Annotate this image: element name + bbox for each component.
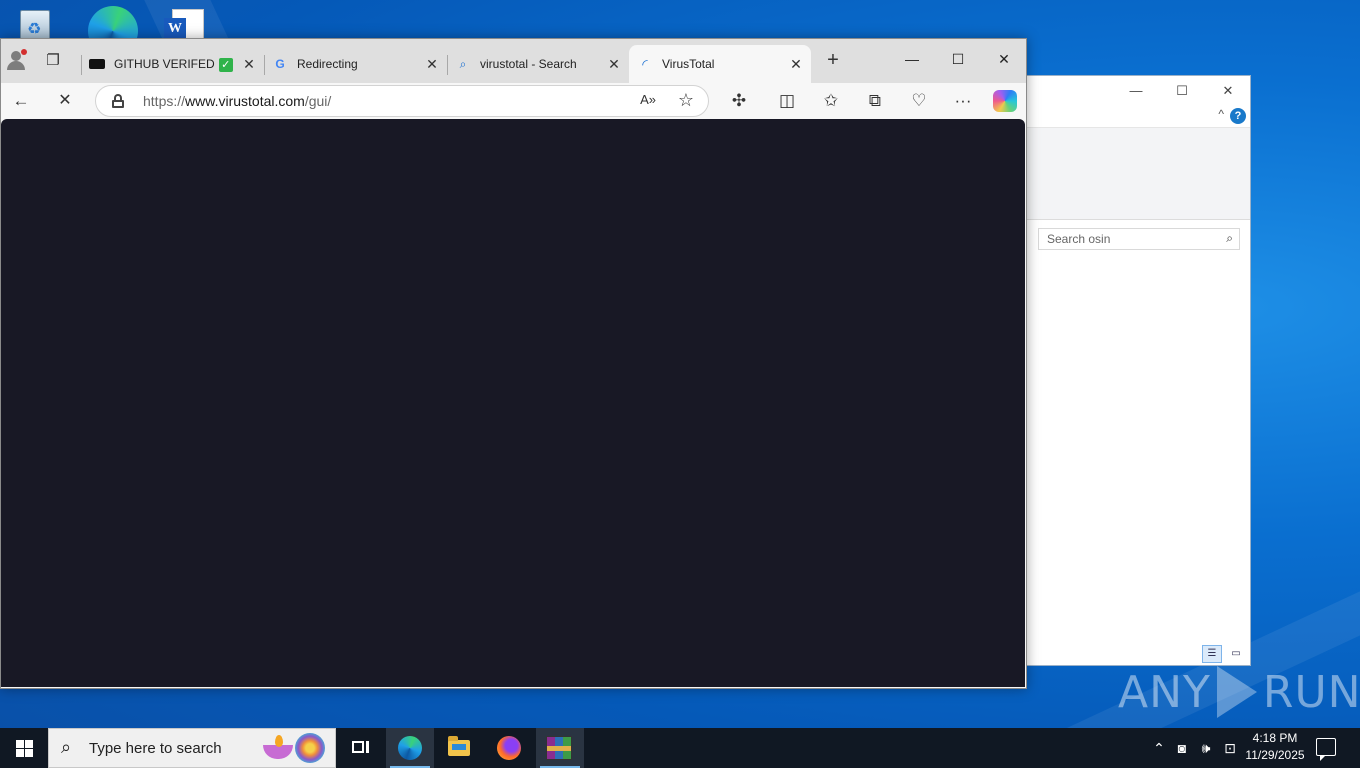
help-icon[interactable]: ? [1230, 108, 1246, 124]
watermark-text-left: ANY [1118, 666, 1211, 718]
split-screen-icon[interactable]: ◫ [771, 87, 803, 115]
clock-time: 4:18 PM [1252, 731, 1298, 745]
network-icon[interactable]: ⊡ [1220, 728, 1240, 768]
tab-label: virustotal - Search [480, 57, 577, 71]
tab-virustotal-search[interactable]: ⌕ virustotal - Search ✕ [447, 45, 629, 83]
tab-strip: ❐ GITHUB VERIFED ✓ ✕ G Redirecting ✕ ⌕ vi… [1, 39, 1026, 83]
taskbar-search-placeholder: Type here to search [89, 740, 222, 757]
explorer-search-placeholder: Search osin [1047, 232, 1111, 246]
address-bar[interactable]: https://www.virustotal.com/gui/ A» ☆ [95, 85, 709, 117]
search-icon: ⌕ [61, 737, 72, 757]
play-logo-icon [1216, 666, 1257, 718]
start-button[interactable] [0, 728, 48, 768]
minimize-button[interactable]: — [889, 45, 935, 73]
new-tab-button[interactable]: + [819, 49, 847, 73]
loading-spinner-icon: ◜ [642, 55, 648, 72]
github-favicon-icon [89, 56, 105, 72]
read-aloud-icon[interactable]: A» [640, 92, 656, 107]
more-menu-icon[interactable]: ··· [947, 87, 979, 115]
edge-desktop-icon[interactable] [86, 6, 138, 56]
explorer-window: — ☐ ✕ ^ ? Search osin ⌕ ☰ ▭ [1020, 75, 1251, 666]
tab-virustotal[interactable]: ◜ VirusTotal ✕ [629, 45, 811, 83]
windows-logo-icon [16, 740, 24, 748]
copilot-icon[interactable] [993, 90, 1017, 112]
file-explorer-taskbar-icon[interactable] [434, 728, 482, 768]
checkmark-badge-icon: ✓ [218, 57, 233, 72]
watermark-text-right: RUN [1262, 666, 1360, 718]
url-protocol: https:// [143, 93, 186, 109]
favorites-icon[interactable]: ✩ [815, 87, 847, 115]
clock-date: 11/29/2025 [1245, 748, 1305, 762]
close-button[interactable]: ✕ [981, 45, 1027, 73]
explorer-maximize-button[interactable]: ☐ [1162, 80, 1202, 102]
explorer-ribbon [1021, 128, 1250, 220]
tab-label: VirusTotal [662, 57, 715, 71]
google-favicon-icon: G [275, 57, 285, 71]
explorer-search-input[interactable]: Search osin ⌕ [1038, 228, 1240, 250]
anyrun-watermark: ANY RUN [1118, 662, 1360, 722]
firefox-taskbar-icon[interactable] [484, 728, 532, 768]
page-content-loading[interactable] [1, 119, 1025, 687]
collections-icon[interactable]: ⧉ [859, 87, 891, 115]
recycle-bin-icon[interactable] [14, 6, 58, 44]
tab-redirecting[interactable]: G Redirecting ✕ [264, 45, 447, 83]
maximize-button[interactable]: ☐ [935, 45, 981, 73]
large-icons-view-icon[interactable]: ▭ [1226, 645, 1246, 663]
task-view-button[interactable] [336, 728, 384, 768]
edge-browser-window: ❐ GITHUB VERIFED ✓ ✕ G Redirecting ✕ ⌕ vi… [0, 38, 1027, 689]
search-icon: ⌕ [1226, 231, 1233, 245]
navigation-toolbar: ← ✕ https://www.virustotal.com/gui/ A» ☆… [1, 83, 1026, 119]
tab-actions-icon[interactable]: ❐ [41, 51, 65, 73]
url-path: /gui/ [304, 93, 332, 109]
taskbar: ⌕ Type here to search ⌃ ◙ 🕪 ⊡ 4:18 PM 11… [0, 728, 1360, 768]
details-view-icon[interactable]: ☰ [1202, 645, 1222, 663]
tab-label: GITHUB VERIFED [114, 56, 215, 71]
explorer-close-button[interactable]: ✕ [1208, 80, 1248, 102]
explorer-minimize-button[interactable]: — [1116, 80, 1156, 102]
system-clock[interactable]: 4:18 PM 11/29/2025 [1244, 730, 1306, 764]
ribbon-collapse-icon[interactable]: ^ [1218, 107, 1224, 121]
taskbar-search-box[interactable]: ⌕ Type here to search [48, 728, 336, 768]
search-highlight-icon[interactable] [263, 733, 327, 765]
explorer-ribbon-header: ^ ? [1021, 104, 1250, 128]
volume-icon[interactable]: 🕪 [1196, 728, 1216, 768]
show-hidden-icons-icon[interactable]: ⌃ [1150, 728, 1168, 768]
url-host: www.virustotal.com [185, 93, 305, 109]
lock-icon[interactable] [112, 94, 124, 108]
edge-taskbar-icon[interactable] [386, 728, 434, 768]
tab-close-button[interactable]: ✕ [238, 56, 260, 73]
meet-now-icon[interactable]: ◙ [1172, 728, 1192, 768]
word-document-desktop-icon[interactable]: W [164, 6, 208, 47]
profile-avatar-icon[interactable] [5, 49, 27, 71]
tab-close-button[interactable]: ✕ [785, 56, 807, 73]
tab-close-button[interactable]: ✕ [603, 56, 625, 73]
browser-essentials-icon[interactable]: ♡ [903, 87, 935, 115]
tab-github-verifed[interactable]: GITHUB VERIFED ✓ ✕ [81, 45, 264, 83]
explorer-titlebar: — ☐ ✕ [1021, 76, 1250, 104]
extensions-icon[interactable]: ✣ [723, 87, 755, 115]
notifications-icon[interactable] [1316, 738, 1336, 761]
url-text[interactable]: https://www.virustotal.com/gui/ [143, 86, 331, 116]
winrar-taskbar-icon[interactable] [536, 728, 584, 768]
view-toggle: ☰ ▭ [1202, 645, 1246, 663]
search-favicon-icon: ⌕ [459, 56, 467, 71]
stop-loading-button[interactable]: ✕ [49, 87, 81, 115]
back-button[interactable]: ← [5, 87, 37, 115]
tab-close-button[interactable]: ✕ [421, 56, 443, 73]
tab-label: Redirecting [297, 57, 358, 71]
favorite-star-icon[interactable]: ☆ [678, 90, 694, 111]
